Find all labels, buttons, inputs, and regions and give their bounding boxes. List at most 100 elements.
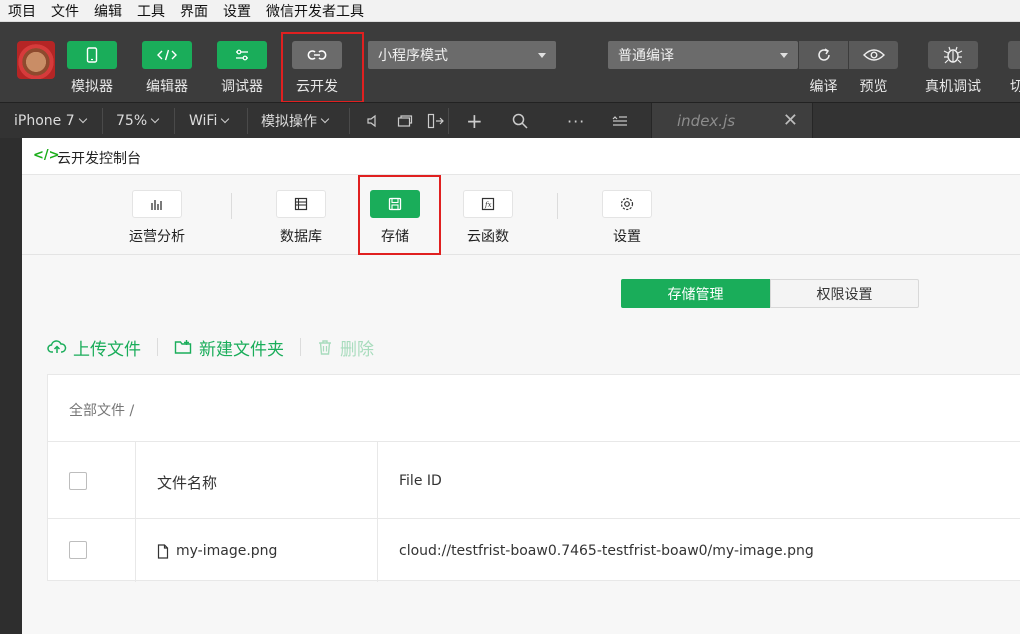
window-button[interactable] xyxy=(397,103,413,139)
divider xyxy=(300,338,301,356)
column-divider xyxy=(377,442,378,518)
sliders-icon xyxy=(236,49,248,61)
nav-cloud-functions-button[interactable]: fx xyxy=(463,190,513,218)
sound-button[interactable] xyxy=(366,103,378,139)
cut-button[interactable] xyxy=(1008,41,1020,69)
network-select-value: WiFi xyxy=(189,113,218,129)
divider xyxy=(247,108,248,134)
mode-select[interactable]: 小程序模式 xyxy=(368,41,556,69)
refresh-icon xyxy=(817,48,830,61)
menu-view[interactable]: 界面 xyxy=(180,1,208,21)
column-divider xyxy=(135,519,136,582)
breadcrumb[interactable]: 全部文件 / xyxy=(69,400,134,420)
highlight-box-storage xyxy=(358,175,441,255)
compile-label: 编译 xyxy=(809,79,838,95)
menu-project[interactable]: 项目 xyxy=(8,1,36,21)
code-logo-icon: </> xyxy=(33,148,60,163)
compile-mode-select[interactable]: 普通编译 xyxy=(608,41,798,69)
compile-button[interactable] xyxy=(799,41,848,69)
device-select-value: iPhone 7 xyxy=(14,113,75,129)
nav-cloud-functions-label: 云函数 xyxy=(467,229,509,245)
menu-devtools[interactable]: 微信开发者工具 xyxy=(266,1,364,21)
network-select[interactable]: WiFi xyxy=(189,103,230,139)
add-icon[interactable]: + xyxy=(466,103,483,139)
bug-icon xyxy=(943,46,963,64)
editor-tab-index-js[interactable]: index.js ✕ xyxy=(651,103,813,139)
nav-analytics-button[interactable] xyxy=(132,190,182,218)
debugger-label: 调试器 xyxy=(221,79,263,95)
cloud-console-window: </> 云开发控制台 运营分析 数据库 存储 fx 云函数 设置 存储管理 权限… xyxy=(22,138,1020,634)
nav-analytics[interactable]: 运营分析 xyxy=(122,190,192,246)
nav-settings-label: 设置 xyxy=(613,229,641,245)
console-titlebar: </> 云开发控制台 xyxy=(22,138,1020,175)
preview-button[interactable] xyxy=(849,41,898,69)
column-header-name: 文件名称 xyxy=(157,474,218,492)
more-icon[interactable]: ··· xyxy=(567,103,585,139)
simulator-label: 模拟器 xyxy=(71,79,113,95)
file-list-panel: 全部文件 / 文件名称 File ID my-image.png cloud:/… xyxy=(47,374,1020,582)
menu-edit[interactable]: 编辑 xyxy=(94,1,122,21)
search-icon xyxy=(512,113,528,129)
main-toolbar: 模拟器 编辑器 调试器 云开发 小程序模式 普通编译 编译 预览 真机调试 切 xyxy=(0,22,1020,103)
mode-select-value: 小程序模式 xyxy=(378,48,448,64)
nav-analytics-label: 运营分析 xyxy=(129,229,185,245)
simulator-button[interactable] xyxy=(67,41,117,69)
gear-icon xyxy=(620,197,634,211)
table-header: 文件名称 File ID xyxy=(48,441,1020,519)
cut-label: 切 xyxy=(1010,79,1020,95)
database-icon xyxy=(294,197,308,211)
file-name: my-image.png xyxy=(176,543,278,559)
real-device-debug-label: 真机调试 xyxy=(925,79,981,95)
new-folder-button[interactable]: 新建文件夹 xyxy=(174,335,284,360)
split-view-button[interactable] xyxy=(427,103,445,139)
chevron-down-icon xyxy=(78,114,87,124)
divider xyxy=(231,193,232,219)
search-button[interactable] xyxy=(512,103,528,139)
nav-database-button[interactable] xyxy=(276,190,326,218)
real-device-debug-button[interactable] xyxy=(928,41,978,69)
editor-button[interactable] xyxy=(142,41,192,69)
tab-storage-management[interactable]: 存储管理 xyxy=(621,279,770,308)
device-select[interactable]: iPhone 7 xyxy=(14,103,87,139)
divider xyxy=(102,108,103,134)
nav-settings-button[interactable] xyxy=(602,190,652,218)
debugger-button[interactable] xyxy=(217,41,267,69)
bar-chart-icon xyxy=(151,200,162,210)
new-folder-label: 新建文件夹 xyxy=(199,339,284,360)
close-icon[interactable]: ✕ xyxy=(783,110,798,131)
divider xyxy=(349,108,350,134)
zoom-select[interactable]: 75% xyxy=(116,103,160,139)
chevron-down-icon xyxy=(320,114,330,124)
column-divider xyxy=(135,442,136,518)
simulate-operations-value: 模拟操作 xyxy=(261,114,317,130)
avatar[interactable] xyxy=(17,41,55,79)
zoom-select-value: 75% xyxy=(116,113,148,129)
editor-tab-name: index.js xyxy=(677,112,736,130)
select-all-checkbox[interactable] xyxy=(69,472,87,490)
outline-button[interactable] xyxy=(612,103,628,139)
menu-settings[interactable]: 设置 xyxy=(223,1,251,21)
delete-button[interactable]: 删除 xyxy=(317,335,374,360)
menu-file[interactable]: 文件 xyxy=(51,1,79,21)
caret-down-icon xyxy=(538,53,546,58)
table-row[interactable]: my-image.png cloud://testfrist-boaw0.746… xyxy=(48,519,1020,582)
folder-plus-icon xyxy=(174,340,192,354)
tab-permission-settings[interactable]: 权限设置 xyxy=(770,279,919,308)
nav-cloud-functions[interactable]: fx 云函数 xyxy=(453,190,523,246)
simulate-operations-select[interactable]: 模拟操作 xyxy=(261,103,330,139)
menu-bar: 项目 文件 编辑 工具 界面 设置 微信开发者工具 xyxy=(0,0,1020,22)
highlight-box-cloud xyxy=(281,32,364,103)
file-name-cell[interactable]: my-image.png xyxy=(157,543,277,559)
upload-file-button[interactable]: 上传文件 xyxy=(47,335,141,360)
row-checkbox[interactable] xyxy=(69,541,87,559)
column-header-file-id: File ID xyxy=(399,473,442,489)
phone-icon xyxy=(86,47,98,63)
trash-icon xyxy=(319,340,331,355)
divider xyxy=(174,108,175,134)
chevron-down-icon xyxy=(221,114,230,124)
nav-settings[interactable]: 设置 xyxy=(592,190,662,246)
nav-database[interactable]: 数据库 xyxy=(266,190,336,246)
code-icon xyxy=(157,49,177,61)
window-icon xyxy=(397,115,413,127)
menu-tools[interactable]: 工具 xyxy=(137,1,165,21)
